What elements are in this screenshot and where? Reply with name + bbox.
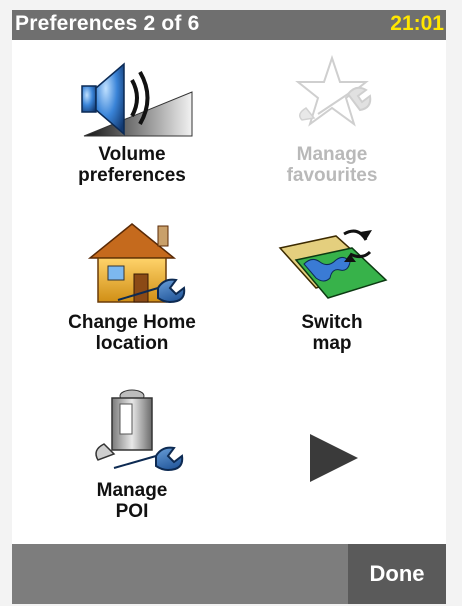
manage-poi-button[interactable]: Manage POI xyxy=(32,386,232,536)
manage-favourites-label: Manage favourites xyxy=(286,144,378,186)
volume-preferences-label: Volume preferences xyxy=(78,144,186,186)
speaker-icon xyxy=(81,62,193,137)
done-button[interactable]: Done xyxy=(348,544,446,604)
change-home-location-label: Change Home location xyxy=(68,312,196,354)
play-arrow-icon xyxy=(310,434,358,482)
switch-map-button[interactable]: Switch map xyxy=(232,218,432,368)
bottom-bar: Done xyxy=(12,544,446,604)
clock: 21:01 xyxy=(390,12,444,35)
switch-map-label: Switch map xyxy=(301,312,363,354)
volume-preferences-button[interactable]: Volume preferences xyxy=(32,50,232,200)
manage-favourites-button[interactable]: Manage favourites xyxy=(232,50,432,200)
favourites-wrench-icon xyxy=(295,54,372,127)
title-bar: Preferences 2 of 6 21:01 xyxy=(12,10,446,40)
manage-poi-label: Manage POI xyxy=(96,480,168,522)
home-wrench-icon xyxy=(87,223,186,304)
page-title: Preferences 2 of 6 xyxy=(15,12,200,35)
preferences-screen: Preferences 2 of 6 21:01 Volume preferen… xyxy=(12,10,446,604)
poi-wrench-icon xyxy=(95,389,184,472)
map-switch-icon xyxy=(278,229,388,299)
change-home-location-button[interactable]: Change Home location xyxy=(32,218,232,368)
next-page-button[interactable] xyxy=(232,386,432,536)
